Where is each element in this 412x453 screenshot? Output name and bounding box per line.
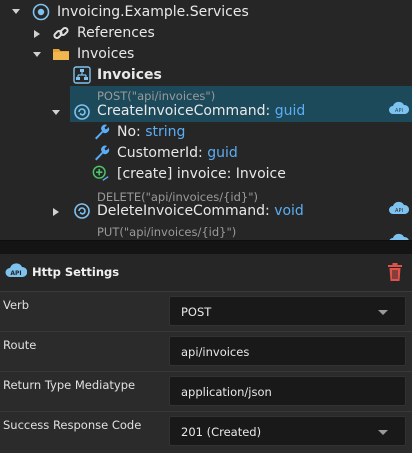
mediatype-input[interactable]: application/json — [169, 376, 406, 406]
folder-icon — [52, 45, 70, 63]
command-icon — [73, 103, 91, 121]
chevron-down-icon — [378, 430, 388, 435]
svg-text:API: API — [395, 108, 403, 114]
selected-value: POST — [181, 305, 212, 319]
http-annotation: POST("api/invoices") — [97, 89, 216, 103]
wrench-icon — [92, 144, 110, 162]
svg-text:API: API — [10, 270, 21, 277]
api-cloud-icon — [388, 232, 410, 240]
route-input[interactable]: api/invoices — [169, 336, 406, 366]
link-icon — [52, 24, 70, 42]
setting-row-success-response-code: Success Response Code 201 (Created) — [0, 412, 412, 452]
create-invoice-mapping-label[interactable]: [create] invoice: Invoice — [117, 166, 286, 182]
setting-row-return-type-mediatype: Return Type Mediatype application/json — [0, 372, 412, 412]
setting-label: Route — [3, 338, 37, 352]
command-name: CreateInvoiceCommand: — [97, 103, 271, 119]
field-no[interactable]: No: string — [117, 124, 185, 140]
success-code-select[interactable]: 201 (Created) — [169, 416, 406, 446]
selected-value: 201 (Created) — [181, 425, 262, 439]
delete-invoice-command-label[interactable]: DeleteInvoiceCommand: void — [97, 203, 304, 219]
command-return-type: guid — [274, 103, 306, 119]
trash-icon[interactable] — [386, 262, 404, 282]
wrench-icon — [92, 123, 110, 141]
command-return-type: void — [274, 203, 304, 219]
references-label[interactable]: References — [77, 25, 155, 41]
setting-label: Verb — [3, 298, 30, 312]
expand-caret-icon[interactable] — [50, 206, 62, 218]
field-name: No: — [117, 124, 141, 140]
command-name: DeleteInvoiceCommand: — [97, 203, 270, 219]
http-annotation: PUT("api/invoices/{id}") — [97, 225, 237, 239]
field-type: guid — [207, 145, 238, 161]
field-type: string — [145, 124, 186, 140]
services-package-icon — [32, 3, 50, 21]
panel-title: Http Settings — [32, 265, 120, 279]
collapse-caret-icon[interactable] — [50, 106, 62, 118]
panel-splitter[interactable] — [0, 240, 412, 254]
chevron-down-icon — [378, 310, 388, 315]
api-cloud-icon: API — [5, 260, 28, 282]
api-cloud-icon: API — [388, 200, 410, 218]
mapping-icon — [92, 165, 110, 183]
collapse-caret-icon[interactable] — [10, 5, 22, 17]
input-value: application/json — [181, 385, 272, 399]
svg-text:API: API — [395, 208, 403, 214]
invoices-service-label[interactable]: Invoices — [97, 67, 162, 83]
setting-label: Return Type Mediatype — [3, 378, 136, 392]
http-annotation: DELETE("api/invoices/{id}") — [97, 190, 258, 204]
http-settings-header: API Http Settings — [0, 254, 412, 292]
setting-row-route: Route api/invoices — [0, 332, 412, 372]
input-value: api/invoices — [181, 345, 250, 359]
model-tree: Invoicing.Example.Services References In… — [0, 0, 412, 240]
api-cloud-icon: API — [388, 100, 410, 118]
properties-panel: API Http Settings Verb POST Route api/in… — [0, 254, 412, 453]
field-name: CustomerId: — [117, 145, 203, 161]
expand-caret-icon[interactable] — [31, 28, 43, 40]
root-package-label[interactable]: Invoicing.Example.Services — [57, 4, 249, 20]
command-icon — [73, 202, 91, 220]
create-invoice-command-label[interactable]: CreateInvoiceCommand: guid — [97, 103, 305, 119]
service-diagram-icon — [73, 66, 91, 84]
field-customer-id[interactable]: CustomerId: guid — [117, 145, 238, 161]
invoices-folder-label[interactable]: Invoices — [77, 46, 134, 62]
collapse-caret-icon[interactable] — [31, 48, 43, 60]
verb-select[interactable]: POST — [169, 296, 406, 326]
setting-row-verb: Verb POST — [0, 292, 412, 332]
setting-label: Success Response Code — [3, 418, 142, 432]
